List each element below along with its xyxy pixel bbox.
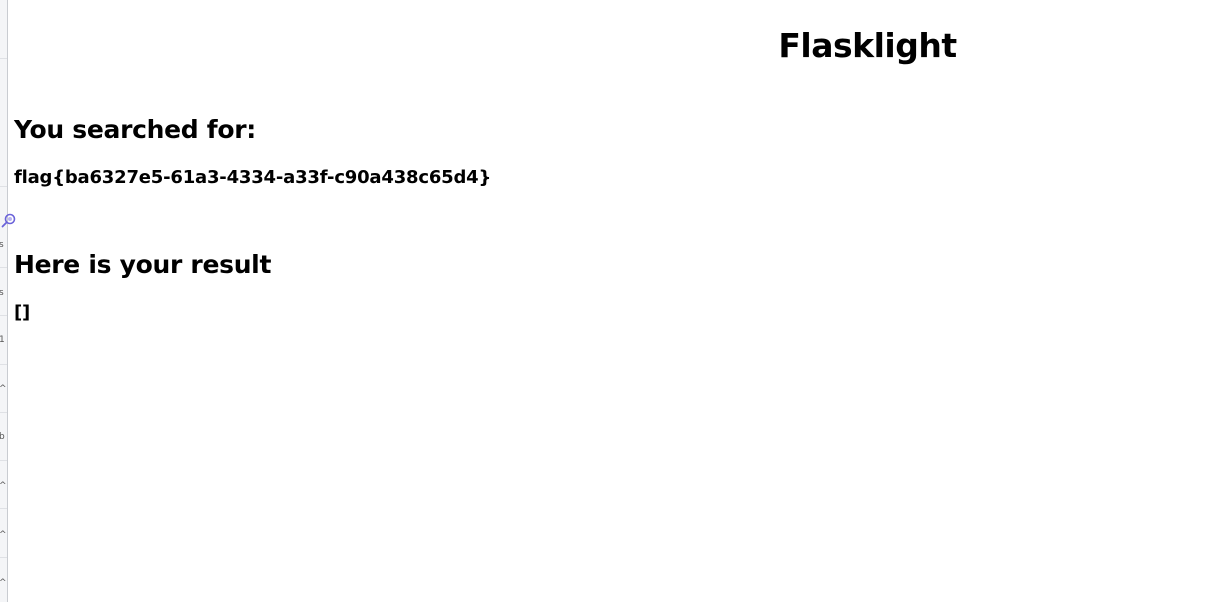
strip-divider	[0, 460, 7, 461]
strip-divider	[0, 557, 7, 558]
result-value: []	[14, 302, 31, 323]
search-query-value: flag{ba6327e5-61a3-4334-a33f-c90a438c65d…	[14, 167, 492, 188]
strip-divider	[0, 315, 7, 316]
strip-divider	[0, 186, 7, 187]
result-heading: Here is your result	[14, 250, 272, 279]
strip-divider	[0, 267, 7, 268]
strip-divider	[0, 412, 7, 413]
strip-glyph: ^	[0, 578, 7, 588]
page-title: Flasklight	[778, 26, 957, 65]
strip-glyph: ^	[0, 530, 7, 540]
background-window-edge: s s 1 ^ b ^ ^ ^	[0, 0, 8, 602]
strip-glyph: b	[0, 432, 7, 442]
strip-divider	[0, 508, 7, 509]
search-cursor-icon	[1, 213, 16, 228]
strip-glyph: s	[0, 288, 7, 298]
strip-glyph: 1	[0, 335, 7, 345]
searched-for-heading: You searched for:	[14, 115, 256, 144]
strip-glyph: s	[0, 240, 7, 250]
strip-divider	[0, 364, 7, 365]
strip-glyph: ^	[0, 384, 7, 394]
strip-glyph: ^	[0, 481, 7, 491]
